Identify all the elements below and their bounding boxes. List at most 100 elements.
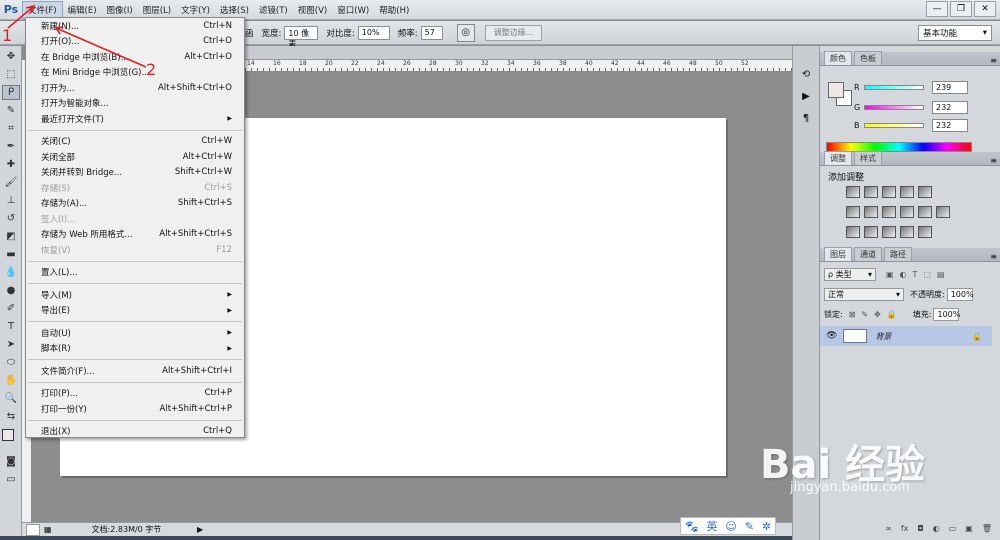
swap-colors-icon[interactable]: ⇆ <box>2 409 20 424</box>
lasso-tool-icon[interactable]: ᑭ <box>2 85 20 100</box>
file-menu-item[interactable]: 关闭全部 Alt+Ctrl+W <box>26 149 244 165</box>
menu-file[interactable]: 文件(F) <box>22 0 63 19</box>
panel-menu-icon[interactable]: ≡ <box>990 156 997 165</box>
lock-icons[interactable]: ⊠✎✥🔒 <box>849 310 903 319</box>
adjustment-layer-icon[interactable]: ◐ <box>933 524 940 538</box>
tab-layers[interactable]: 图层 <box>824 247 852 261</box>
file-menu-item[interactable]: 导入(M) ▶ <box>26 287 244 303</box>
width-input[interactable]: 10 像素 <box>284 25 319 49</box>
file-menu-item[interactable]: 在 Mini Bridge 中浏览(G)... <box>26 65 244 81</box>
value-g[interactable]: 232 <box>932 100 968 114</box>
status-menu-arrow-icon[interactable]: ▶ <box>197 525 203 534</box>
blur-tool-icon[interactable]: 💧 <box>2 265 20 280</box>
layer-filter-select[interactable]: ρ 类型 ▾ <box>824 267 876 281</box>
photo-filter-icon[interactable] <box>900 206 914 218</box>
black-white-icon[interactable] <box>882 206 896 218</box>
status-options-icon[interactable]: ▦ <box>44 525 52 534</box>
file-menu-item[interactable]: 存储为(A)... Shift+Ctrl+S <box>26 196 244 212</box>
eraser-tool-icon[interactable]: ◩ <box>2 229 20 244</box>
slider-b[interactable] <box>864 122 924 128</box>
channel-mixer-icon[interactable] <box>918 206 932 218</box>
new-layer-icon[interactable]: ▣ <box>965 524 973 538</box>
layer-style-icon[interactable]: fx <box>901 524 909 538</box>
clone-stamp-tool-icon[interactable]: ⊥ <box>2 193 20 208</box>
menu-select[interactable]: 选择(S) <box>215 2 254 18</box>
value-b[interactable]: 232 <box>932 118 968 132</box>
tab-adjustments[interactable]: 调整 <box>824 151 852 165</box>
hue-saturation-icon[interactable] <box>846 206 860 218</box>
healing-brush-tool-icon[interactable]: ✚ <box>2 157 20 172</box>
file-menu-item[interactable]: 退出(X) Ctrl+Q <box>26 424 244 440</box>
close-button[interactable]: ✕ <box>974 1 996 17</box>
curves-icon[interactable] <box>882 186 896 198</box>
history-panel-icon[interactable]: ⟲ <box>797 66 815 82</box>
zoom-field[interactable] <box>26 523 40 536</box>
slider-r[interactable] <box>864 84 924 90</box>
file-menu-item[interactable]: 导出(E) ▶ <box>26 303 244 319</box>
file-menu-item[interactable]: 新建(N)... Ctrl+N <box>26 18 244 34</box>
file-menu-item[interactable]: 打印(P)... Ctrl+P <box>26 386 244 402</box>
gradient-tool-icon[interactable]: ▬ <box>2 247 20 262</box>
ime-handwrite-icon[interactable]: ✎ <box>745 520 754 533</box>
tab-swatches[interactable]: 色板 <box>854 51 882 65</box>
quick-select-tool-icon[interactable]: ✎ <box>2 103 20 118</box>
workspace-select[interactable]: 基本功能 ▾ <box>918 25 992 41</box>
menu-view[interactable]: 视图(V) <box>293 2 332 18</box>
move-tool-icon[interactable]: ✥ <box>2 49 20 64</box>
gradient-map-icon[interactable] <box>900 226 914 238</box>
contrast-input[interactable]: 10% <box>357 25 390 40</box>
color-swatches[interactable] <box>0 427 21 451</box>
file-menu-item[interactable]: 关闭并转到 Bridge... Shift+Ctrl+W <box>26 165 244 181</box>
type-tool-icon[interactable]: T <box>2 319 20 334</box>
hand-tool-icon[interactable]: ✋ <box>2 373 20 388</box>
ime-emoji-icon[interactable]: ☺ <box>725 520 736 533</box>
file-menu-item[interactable]: 打开(O)... Ctrl+O <box>26 34 244 50</box>
menu-layer[interactable]: 图层(L) <box>138 2 176 18</box>
dodge-tool-icon[interactable]: ● <box>2 283 20 298</box>
color-balance-icon[interactable] <box>864 206 878 218</box>
tab-styles[interactable]: 样式 <box>854 151 882 165</box>
selective-color-icon[interactable] <box>918 226 932 238</box>
tab-channels[interactable]: 通道 <box>854 247 882 261</box>
ime-settings-icon[interactable]: ✲ <box>762 520 771 533</box>
brush-tool-icon[interactable]: 🖌 <box>2 175 20 190</box>
menu-type[interactable]: 文字(Y) <box>176 2 215 18</box>
menu-edit[interactable]: 编辑(E) <box>63 2 102 18</box>
file-menu-item[interactable]: 最近打开文件(T) ▶ <box>26 111 244 127</box>
path-select-tool-icon[interactable]: ➤ <box>2 337 20 352</box>
ime-language-toggle[interactable]: 英 <box>707 518 718 534</box>
link-layers-icon[interactable]: ∞ <box>885 524 892 538</box>
exposure-icon[interactable] <box>900 186 914 198</box>
screen-mode-icon[interactable]: ▭ <box>2 472 20 487</box>
zoom-tool-icon[interactable]: 🔍 <box>2 391 20 406</box>
file-menu-item[interactable]: 打开为智能对象... <box>26 96 244 112</box>
paragraph-panel-icon[interactable]: ¶ <box>797 110 815 126</box>
levels-icon[interactable] <box>864 186 878 198</box>
file-menu-item[interactable]: 打印一份(Y) Alt+Shift+Ctrl+P <box>26 401 244 417</box>
menu-filter[interactable]: 滤镜(T) <box>254 2 293 18</box>
posterize-icon[interactable] <box>864 226 878 238</box>
file-menu-item[interactable]: 脚本(R) ▶ <box>26 341 244 357</box>
file-menu-item[interactable]: 打开为... Alt+Shift+Ctrl+O <box>26 80 244 96</box>
color-lookup-icon[interactable] <box>936 206 950 218</box>
layer-filter-icons[interactable]: ▣◐T⬚▤ <box>886 270 951 279</box>
quick-mask-icon[interactable]: ◙ <box>2 454 20 469</box>
frequency-input[interactable]: 57 <box>420 25 443 40</box>
restore-button[interactable]: ❐ <box>950 1 972 17</box>
file-menu-item[interactable]: 文件简介(F)... Alt+Shift+Ctrl+I <box>26 363 244 379</box>
eyedropper-tool-icon[interactable]: ✒ <box>2 139 20 154</box>
fill-input[interactable]: 100% <box>933 307 960 321</box>
slider-g[interactable] <box>864 104 924 110</box>
threshold-icon[interactable] <box>882 226 896 238</box>
color-fg-swatch[interactable] <box>828 82 844 98</box>
panel-menu-icon[interactable]: ≡ <box>990 56 997 65</box>
tab-color[interactable]: 颜色 <box>824 51 852 65</box>
file-menu-item[interactable]: 在 Bridge 中浏览(B)... Alt+Ctrl+O <box>26 49 244 65</box>
menu-window[interactable]: 窗口(W) <box>332 2 374 18</box>
tab-paths[interactable]: 路径 <box>884 247 912 261</box>
crop-tool-icon[interactable]: ⌗ <box>2 121 20 136</box>
file-menu-item[interactable]: 存储为 Web 所用格式... Alt+Shift+Ctrl+S <box>26 227 244 243</box>
delete-layer-icon[interactable]: 🗑 <box>982 524 992 538</box>
shape-tool-icon[interactable]: ⬭ <box>2 355 20 370</box>
visibility-eye-icon[interactable]: 👁 <box>826 331 837 341</box>
